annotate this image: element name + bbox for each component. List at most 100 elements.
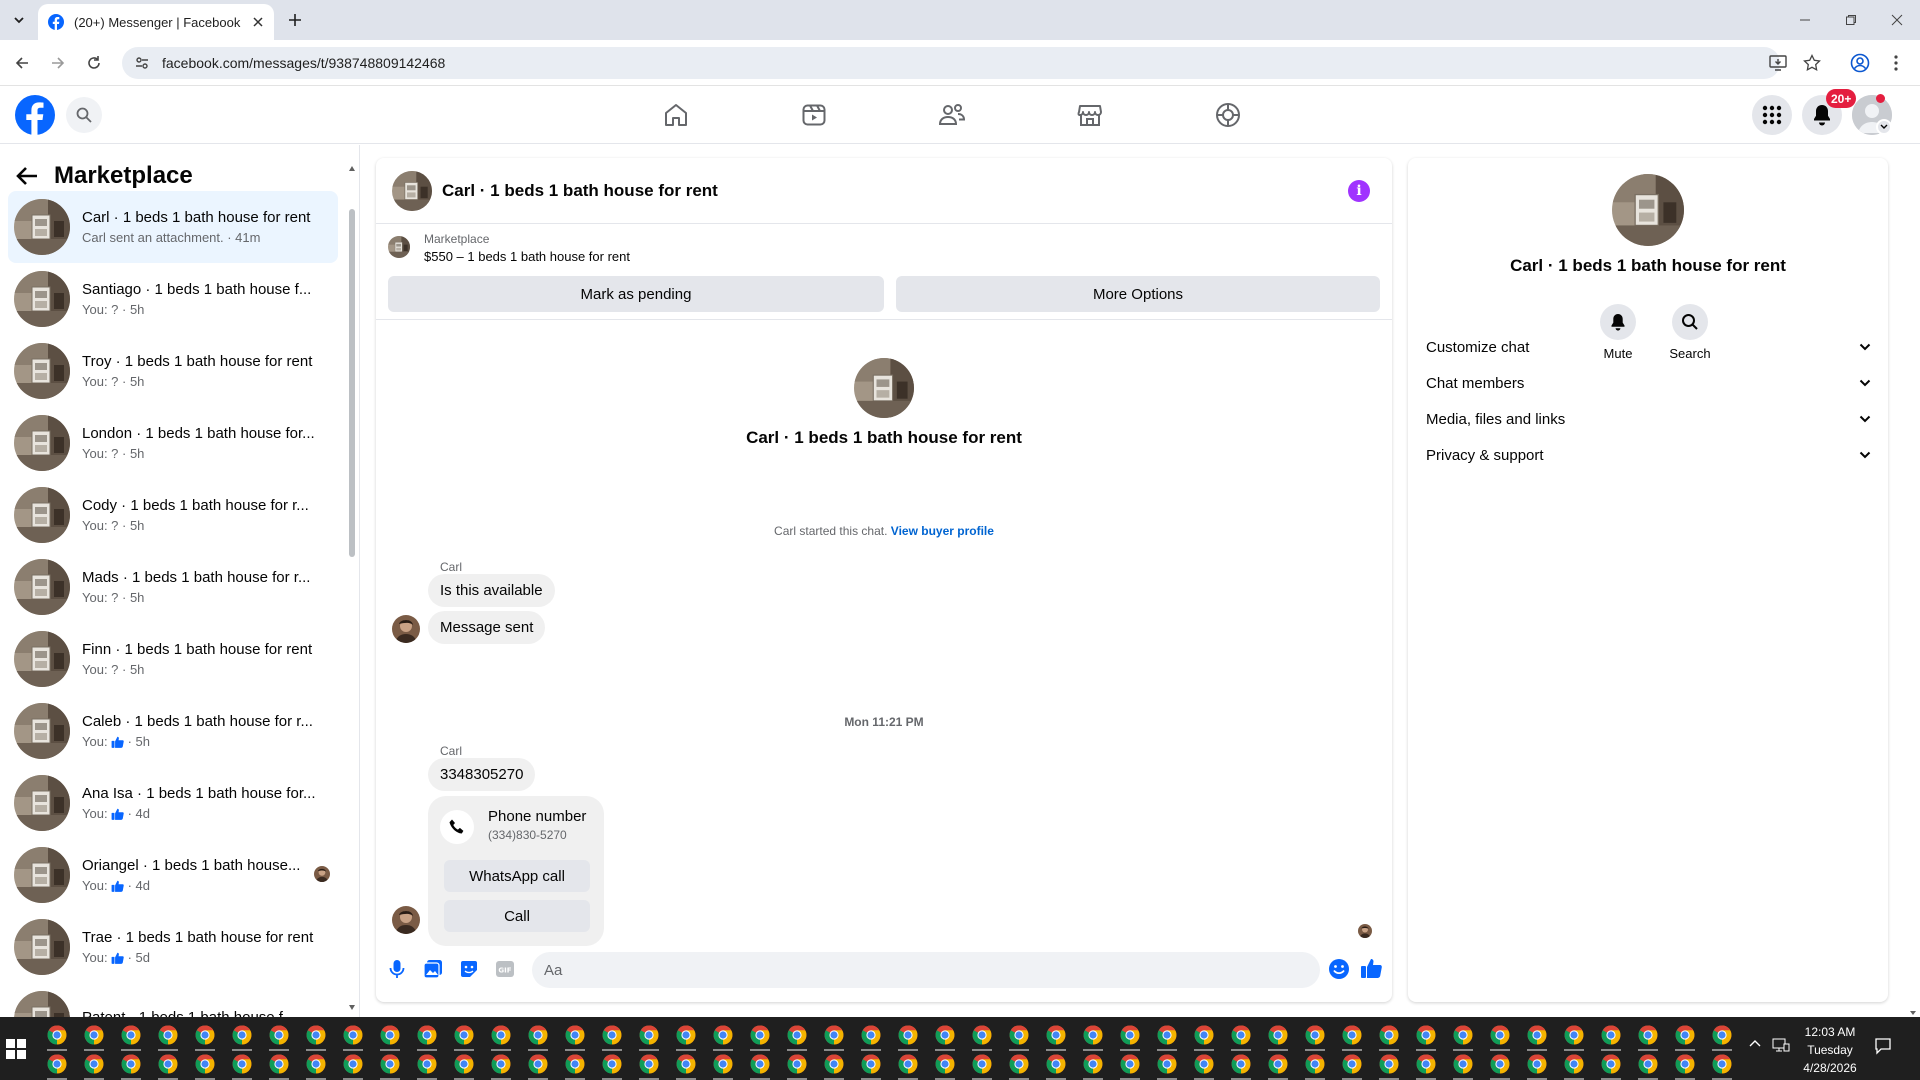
video-icon[interactable] — [758, 94, 870, 136]
chrome-taskbar-icon[interactable] — [858, 1022, 884, 1051]
chrome-taskbar-icon[interactable] — [1117, 1022, 1143, 1051]
chrome-taskbar-icon[interactable] — [414, 1022, 440, 1051]
chrome-taskbar-icon[interactable] — [1524, 1051, 1550, 1080]
new-tab-icon[interactable] — [284, 9, 306, 31]
chrome-taskbar-icon[interactable] — [784, 1022, 810, 1051]
chrome-taskbar-icon[interactable] — [895, 1022, 921, 1051]
chrome-taskbar-icon[interactable] — [414, 1051, 440, 1080]
chrome-taskbar-icon[interactable] — [266, 1022, 292, 1051]
back-arrow-icon[interactable] — [10, 51, 34, 75]
conversation-item[interactable]: Trae · 1 beds 1 bath house for rent You: ·… — [8, 911, 338, 983]
account-chevron-icon[interactable] — [1876, 119, 1892, 135]
chrome-taskbar-icon[interactable] — [525, 1051, 551, 1080]
chrome-taskbar-icon[interactable] — [821, 1051, 847, 1080]
gaming-icon[interactable] — [1172, 94, 1284, 136]
chrome-taskbar-icon[interactable] — [895, 1051, 921, 1080]
message-bubble[interactable]: Message sent — [428, 611, 546, 644]
chrome-taskbar-icon[interactable] — [1043, 1022, 1069, 1051]
conversation-item[interactable]: Mads · 1 beds 1 bath house for r... You: … — [8, 551, 338, 623]
page-scrollbar[interactable] — [1906, 145, 1920, 1017]
sender-avatar[interactable] — [392, 615, 420, 643]
chrome-taskbar-icon[interactable] — [1598, 1051, 1624, 1080]
chrome-taskbar-icon[interactable] — [969, 1022, 995, 1051]
chrome-taskbar-icon[interactable] — [636, 1022, 662, 1051]
chrome-taskbar-icon[interactable] — [44, 1051, 70, 1080]
whatsapp-call-button[interactable]: WhatsApp call — [444, 860, 590, 892]
chrome-taskbar-icon[interactable] — [340, 1022, 366, 1051]
minimize-icon[interactable] — [1794, 9, 1816, 31]
chrome-taskbar-icon[interactable] — [747, 1051, 773, 1080]
chrome-taskbar-icon[interactable] — [229, 1051, 255, 1080]
chat-title[interactable]: Carl · 1 beds 1 bath house for rent — [442, 181, 718, 201]
chrome-taskbar-icon[interactable] — [303, 1022, 329, 1051]
conversation-item[interactable]: Troy · 1 beds 1 bath house for rent You: … — [8, 335, 338, 407]
chrome-taskbar-icon[interactable] — [1191, 1051, 1217, 1080]
emoji-icon[interactable] — [1328, 958, 1350, 980]
chrome-taskbar-icon[interactable] — [118, 1051, 144, 1080]
chrome-taskbar-icon[interactable] — [1450, 1051, 1476, 1080]
windows-start-icon[interactable] — [6, 1039, 28, 1061]
chrome-taskbar-icon[interactable] — [1265, 1051, 1291, 1080]
chrome-taskbar-icon[interactable] — [932, 1051, 958, 1080]
chrome-taskbar-icon[interactable] — [599, 1022, 625, 1051]
reload-icon[interactable] — [82, 51, 106, 75]
chrome-taskbar-icon[interactable] — [1413, 1051, 1439, 1080]
chrome-taskbar-icon[interactable] — [1709, 1051, 1735, 1080]
profile-icon[interactable] — [1848, 51, 1872, 75]
chrome-taskbar-icon[interactable] — [1154, 1051, 1180, 1080]
chrome-taskbar-icon[interactable] — [266, 1051, 292, 1080]
home-icon[interactable] — [620, 94, 732, 136]
info-section-row[interactable]: Privacy & support — [1416, 434, 1880, 476]
install-app-icon[interactable] — [1766, 51, 1790, 75]
chrome-taskbar-icon[interactable] — [562, 1051, 588, 1080]
notification-center-icon[interactable] — [1874, 1037, 1892, 1055]
chrome-taskbar-icon[interactable] — [488, 1022, 514, 1051]
mark-as-pending-button[interactable]: Mark as pending — [388, 276, 884, 312]
thumbs-up-icon[interactable] — [1360, 956, 1384, 980]
chrome-taskbar-icon[interactable] — [118, 1022, 144, 1051]
chrome-taskbar-icon[interactable] — [1635, 1051, 1661, 1080]
info-avatar[interactable] — [1612, 174, 1684, 246]
chrome-taskbar-icon[interactable] — [340, 1051, 366, 1080]
chrome-taskbar-icon[interactable] — [1672, 1022, 1698, 1051]
close-tab-icon[interactable] — [252, 16, 264, 28]
chrome-taskbar-icon[interactable] — [1302, 1051, 1328, 1080]
message-input[interactable] — [532, 952, 1320, 988]
info-icon[interactable]: i — [1348, 180, 1370, 202]
chrome-taskbar-icon[interactable] — [229, 1022, 255, 1051]
close-window-icon[interactable] — [1886, 9, 1908, 31]
tray-chevron-icon[interactable] — [1748, 1037, 1762, 1051]
phone-message-bubble[interactable]: 3348305270 — [428, 758, 536, 791]
chrome-taskbar-icon[interactable] — [932, 1022, 958, 1051]
chrome-taskbar-icon[interactable] — [1339, 1022, 1365, 1051]
chrome-taskbar-icon[interactable] — [44, 1022, 70, 1051]
search-icon[interactable] — [66, 97, 102, 133]
chrome-taskbar-icon[interactable] — [636, 1051, 662, 1080]
chrome-taskbar-icon[interactable] — [192, 1051, 218, 1080]
chrome-taskbar-icon[interactable] — [1080, 1022, 1106, 1051]
chrome-taskbar-icon[interactable] — [488, 1051, 514, 1080]
chrome-taskbar-icon[interactable] — [1228, 1051, 1254, 1080]
chrome-taskbar-icon[interactable] — [1376, 1022, 1402, 1051]
restore-icon[interactable] — [1840, 9, 1862, 31]
chrome-taskbar-icon[interactable] — [451, 1051, 477, 1080]
site-settings-icon[interactable] — [134, 55, 150, 71]
chrome-taskbar-icon[interactable] — [1339, 1051, 1365, 1080]
view-buyer-profile-link[interactable]: View buyer profile — [891, 524, 994, 538]
chrome-taskbar-icon[interactable] — [673, 1022, 699, 1051]
chrome-taskbar-icon[interactable] — [155, 1051, 181, 1080]
chrome-taskbar-icon[interactable] — [1043, 1051, 1069, 1080]
bookmark-star-icon[interactable] — [1800, 51, 1824, 75]
chrome-taskbar-icon[interactable] — [784, 1051, 810, 1080]
conversation-item[interactable]: Carl · 1 beds 1 bath house for rent Carl … — [8, 191, 338, 263]
chrome-taskbar-icon[interactable] — [673, 1051, 699, 1080]
chrome-taskbar-icon[interactable] — [81, 1051, 107, 1080]
chrome-taskbar-icon[interactable] — [1376, 1051, 1402, 1080]
chrome-taskbar-icon[interactable] — [1302, 1022, 1328, 1051]
menu-grid-icon[interactable] — [1752, 95, 1792, 135]
chrome-taskbar-icon[interactable] — [1487, 1022, 1513, 1051]
chrome-taskbar-icon[interactable] — [1450, 1022, 1476, 1051]
microphone-icon[interactable] — [386, 958, 408, 980]
chrome-taskbar-icon[interactable] — [1117, 1051, 1143, 1080]
chrome-taskbar-icon[interactable] — [303, 1051, 329, 1080]
